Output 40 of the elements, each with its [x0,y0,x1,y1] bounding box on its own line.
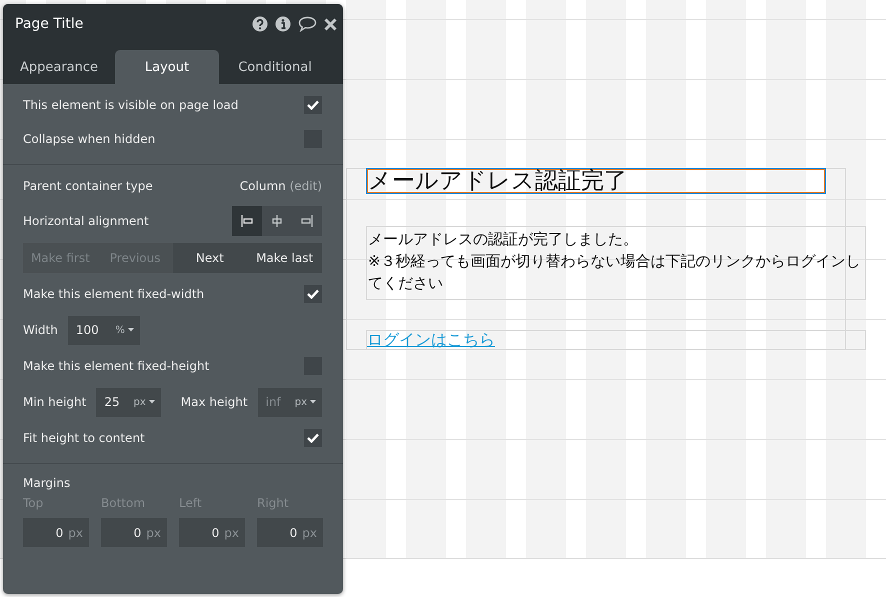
panel-title: Page Title [15,16,84,32]
caret-icon [148,400,155,404]
option-label: This element is visible on page load [23,98,240,112]
align-left-icon [241,215,253,227]
panel-tab[interactable]: Conditional [219,50,331,84]
setting-label: Horizontal alignment [23,214,150,228]
close-icon[interactable] [324,18,337,30]
order-button[interactable]: Next [172,243,248,273]
panel-tab[interactable]: Appearance [3,50,115,84]
checkbox[interactable] [304,96,322,114]
option-label: Make this element fixed-height [23,359,210,373]
alignment-button[interactable] [232,206,262,236]
field-label: Min height [23,395,86,409]
help-icon[interactable] [252,16,268,32]
option-label: Collapse when hidden [23,132,156,146]
margin-field[interactable]: 0 px [257,518,323,547]
caret-icon [128,328,134,332]
checkbox[interactable] [304,429,322,447]
page-heading[interactable]: メールアドレス認証完了 [366,168,826,194]
caret-icon [310,400,316,404]
setting-label: Parent container type [23,179,154,193]
margin-field[interactable]: 0 px [101,518,167,547]
field-label: Width [23,323,58,337]
margin-field[interactable]: 0 px [23,518,89,547]
comment-icon[interactable] [298,16,317,32]
message-text[interactable]: メールアドレスの認証が完了しました。 ※３秒経っても画面が切り替わらない場合は下記のリンクからログインしてください [366,226,866,300]
section-label: Margins [23,475,72,492]
setting-value: Column [240,179,286,193]
margin-field[interactable]: 0 px [179,518,245,547]
size-field[interactable]: 100 % [68,316,140,344]
align-right-icon [301,215,313,227]
field-label: Max height [180,395,248,409]
option-label: Fit height to content [23,431,146,445]
option-label: Make this element fixed-width [23,287,206,301]
size-field[interactable]: 25 px [96,388,161,416]
info-icon[interactable] [275,16,291,32]
order-button[interactable]: Make last [247,243,322,273]
panel-tab[interactable]: Layout [115,50,219,84]
checkbox[interactable] [304,285,322,303]
align-center-icon [271,215,283,227]
